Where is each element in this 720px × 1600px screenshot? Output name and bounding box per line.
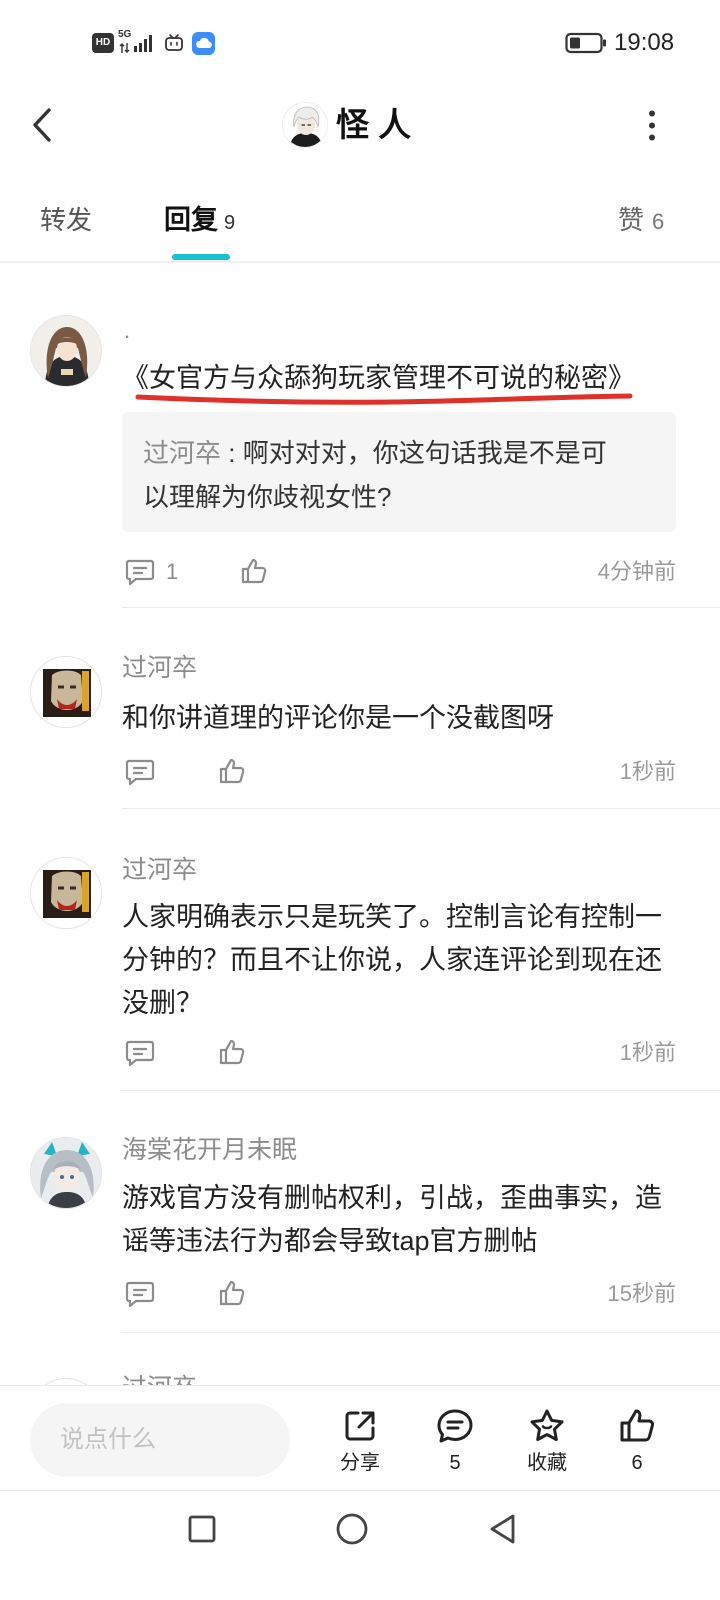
header-avatar[interactable] bbox=[282, 102, 328, 148]
comment-author[interactable]: 过河卒 bbox=[122, 652, 197, 684]
comment-text: 游戏官方没有删帖权利，引战，歪曲事实，造谣等违法行为都会导致tap官方删帖 bbox=[122, 1183, 662, 1256]
divider bbox=[122, 1090, 720, 1091]
quote-separator: : bbox=[221, 438, 243, 468]
clock: 19:08 bbox=[614, 29, 675, 56]
divider bbox=[122, 808, 720, 809]
battery-icon bbox=[565, 32, 607, 54]
comment-icon[interactable] bbox=[125, 758, 155, 786]
comment-author[interactable]: 海棠花开月未眠 bbox=[122, 1134, 297, 1166]
avatar[interactable] bbox=[30, 656, 102, 728]
comment-text: 人家明确表示只是玩笑了。控制言论有控制一分钟的？而且不让你说，人家连评论到现在还… bbox=[122, 902, 662, 1018]
chevron-left-icon[interactable] bbox=[28, 106, 56, 144]
share-button[interactable]: 分享 bbox=[320, 1408, 400, 1476]
avatar[interactable] bbox=[30, 1137, 102, 1209]
thumbs-up-icon bbox=[620, 1409, 655, 1442]
thumbs-up-icon[interactable] bbox=[218, 757, 246, 785]
avatar[interactable] bbox=[30, 315, 102, 387]
divider bbox=[122, 607, 720, 608]
tab-count: 6 bbox=[652, 209, 665, 234]
network-type: 5G bbox=[118, 29, 132, 40]
tv-app-icon bbox=[164, 33, 184, 53]
tab-label: 回复 bbox=[164, 205, 218, 235]
comment-text: 和你讲道理的评论你是一个没截图呀 bbox=[122, 703, 554, 733]
favorite-label: 收藏 bbox=[527, 1452, 567, 1474]
comment-icon[interactable] bbox=[125, 1039, 155, 1067]
back-triangle-icon[interactable] bbox=[488, 1513, 516, 1545]
page-title[interactable]: 怪 人 bbox=[336, 104, 411, 146]
hd-icon: HD bbox=[92, 33, 114, 53]
thumbs-up-icon[interactable] bbox=[218, 1279, 246, 1307]
divider bbox=[122, 1332, 720, 1333]
share-label: 分享 bbox=[340, 1452, 380, 1474]
more-vertical-icon[interactable] bbox=[644, 110, 660, 142]
data-arrows-icon bbox=[119, 42, 131, 54]
tab-likes[interactable]: 赞6 bbox=[618, 200, 664, 245]
bottom-action-bar: 分享 5 收藏 6 bbox=[0, 1385, 720, 1490]
comment-icon[interactable] bbox=[125, 1280, 155, 1308]
comment-author[interactable]: 过河卒 bbox=[122, 854, 197, 886]
comment-author[interactable]: . bbox=[124, 318, 130, 344]
tab-forward[interactable]: 转发 bbox=[40, 200, 92, 240]
tab-count: 9 bbox=[224, 212, 236, 234]
like-button[interactable]: 6 bbox=[597, 1408, 677, 1476]
comment-time: 4分钟前 bbox=[597, 559, 676, 584]
comment-time: 1秒前 bbox=[619, 759, 676, 784]
comment-time: 1秒前 bbox=[619, 1040, 676, 1065]
active-tab-indicator bbox=[172, 254, 230, 260]
divider bbox=[0, 261, 720, 263]
comment-icon bbox=[437, 1409, 473, 1443]
tab-label: 转发 bbox=[40, 205, 93, 235]
comment-icon[interactable] bbox=[125, 558, 155, 586]
avatar[interactable] bbox=[30, 857, 102, 929]
signal-icon bbox=[133, 33, 155, 53]
comment-input[interactable] bbox=[30, 1403, 290, 1477]
tab-label: 赞 bbox=[618, 205, 645, 235]
like-count: 6 bbox=[631, 1452, 643, 1474]
red-underline-annotation bbox=[132, 388, 636, 408]
system-nav-bar bbox=[0, 1490, 720, 1600]
reply-count: 1 bbox=[166, 559, 179, 584]
recent-apps-icon[interactable] bbox=[188, 1515, 216, 1543]
quote-author[interactable]: 过河卒 bbox=[143, 438, 221, 468]
thumbs-up-icon[interactable] bbox=[240, 557, 268, 585]
tab-replies[interactable]: 回复 9 bbox=[164, 200, 235, 245]
share-icon bbox=[345, 1411, 375, 1441]
comments-button[interactable]: 5 bbox=[415, 1408, 495, 1476]
favorite-button[interactable]: 收藏 bbox=[507, 1408, 587, 1476]
cloud-app-icon bbox=[192, 32, 215, 55]
thumbs-up-icon[interactable] bbox=[218, 1038, 246, 1066]
comment-time: 15秒前 bbox=[607, 1281, 676, 1306]
comment-count: 5 bbox=[449, 1452, 461, 1474]
quoted-reply[interactable]: 过河卒 : 啊对对对，你这句话我是不是可以理解为你歧视女性? bbox=[122, 412, 676, 532]
home-icon[interactable] bbox=[336, 1513, 368, 1545]
star-icon bbox=[530, 1409, 564, 1441]
